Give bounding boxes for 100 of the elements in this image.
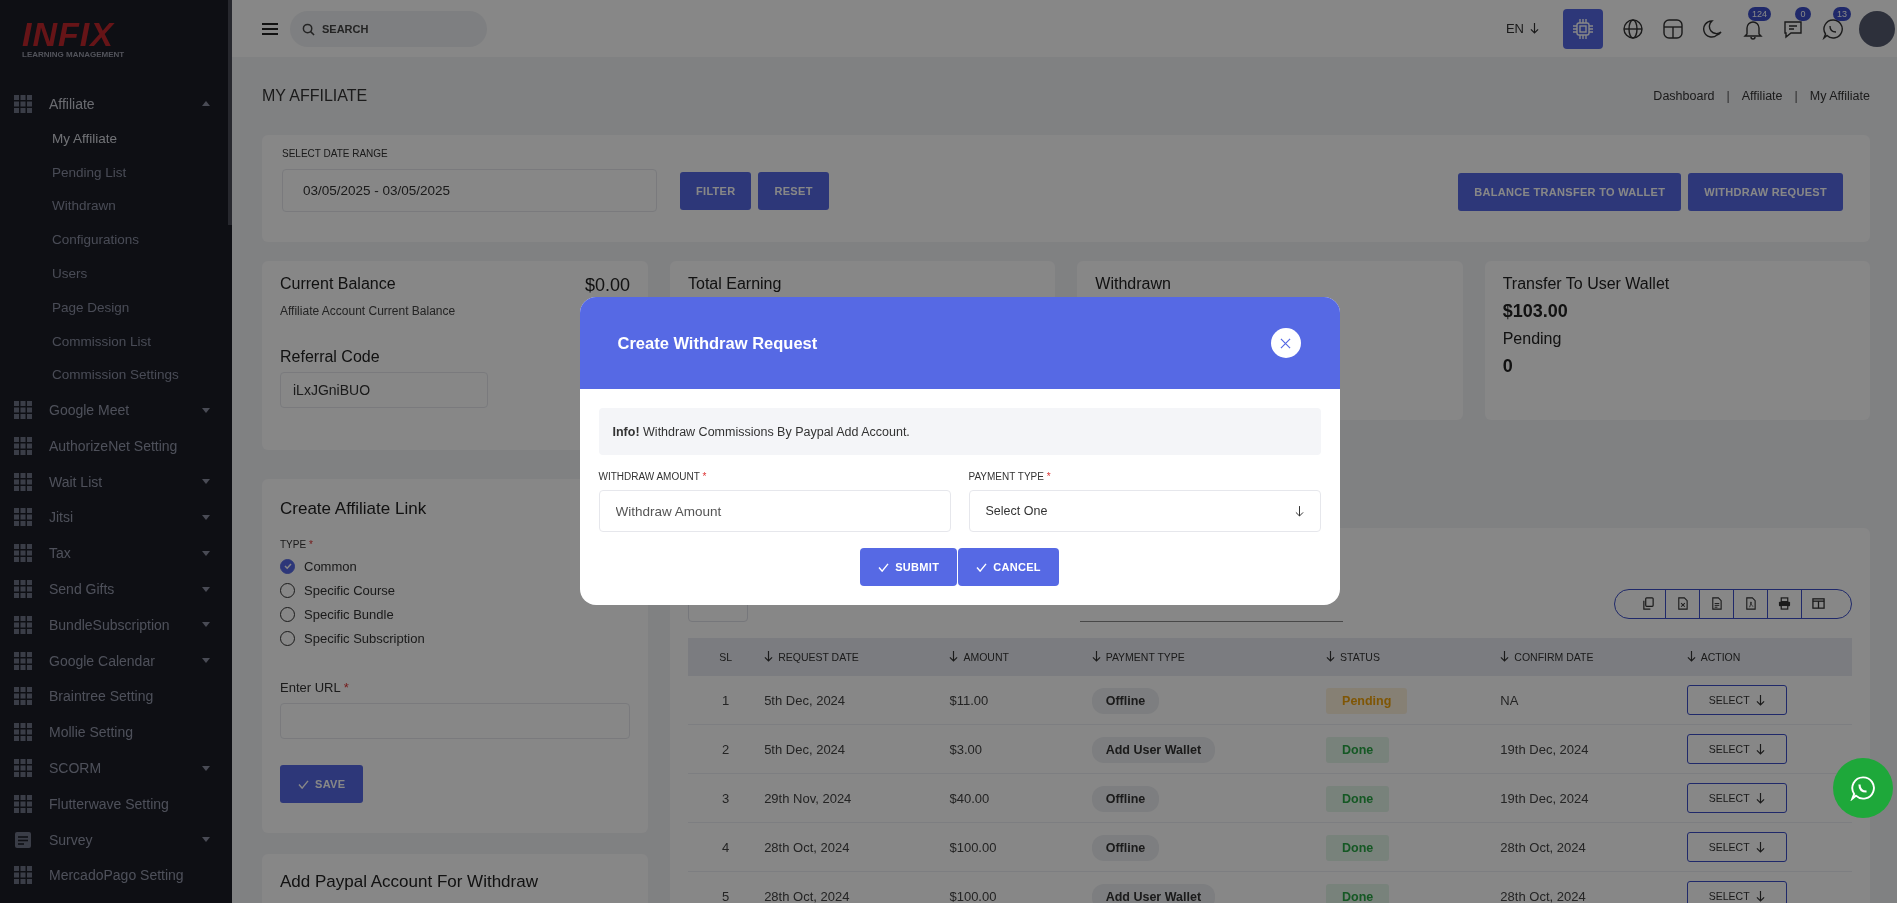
card-title: Referral Code [280, 348, 380, 366]
chip-button[interactable] [1563, 8, 1603, 49]
table-cell: 29th Nov, 2024 [764, 790, 852, 806]
select-button[interactable]: SELECT [1686, 685, 1787, 715]
sidebar-item[interactable]: Google Meet [0, 392, 232, 428]
close-button[interactable] [1270, 328, 1301, 358]
moon-icon [1702, 17, 1724, 40]
card-title: Create Affiliate Link [280, 499, 427, 519]
search-field[interactable]: SEARCH [290, 10, 487, 47]
sort-arrow-icon[interactable] [1500, 651, 1510, 662]
save-button[interactable]: SAVE [280, 765, 364, 803]
sort-arrow-icon[interactable] [1686, 651, 1696, 662]
field-label: Enter URL * [280, 680, 349, 695]
breadcrumb-link[interactable]: My Affiliate [1809, 89, 1870, 103]
sidebar-item[interactable]: Flutterwave Setting [0, 785, 232, 822]
sidebar-subitem[interactable]: Page Design [0, 290, 130, 325]
table-cell: 5 [721, 888, 730, 903]
breadcrumb-separator: | [1794, 89, 1798, 103]
check-icon [878, 562, 890, 572]
sidebar-subitem[interactable]: Commission Settings [0, 358, 179, 393]
language-selector[interactable]: EN [1505, 21, 1539, 36]
sort-arrow-icon[interactable] [1091, 651, 1101, 662]
sort-arrow-icon[interactable] [764, 651, 774, 662]
sidebar-item[interactable]: MercadoPago Setting [0, 857, 232, 894]
sidebar-item[interactable]: Jitsi [0, 499, 232, 536]
sort-arrow-icon[interactable] [949, 651, 959, 662]
sidebar-item[interactable]: Wait List [0, 463, 232, 500]
count-badge: 124 [1747, 6, 1771, 21]
payment-type-tag: Offline [1091, 687, 1160, 714]
table-cell: $40.00 [949, 790, 990, 806]
table-cell: 19th Dec, 2024 [1500, 741, 1589, 757]
dialog-button[interactable]: CANCEL [958, 548, 1059, 586]
sort-arrow-icon[interactable] [1326, 651, 1336, 662]
table-cell: $100.00 [949, 888, 997, 903]
chat-button[interactable]: 0 [1773, 8, 1813, 49]
whatsapp-button[interactable]: 13 [1813, 8, 1853, 49]
sidebar-item[interactable]: Mollie Setting [0, 714, 232, 751]
referral-code-field[interactable]: iLxJGniBUO [280, 372, 488, 408]
sidebar-item[interactable]: Braintree Setting [0, 678, 232, 715]
sidebar-item[interactable]: AuthorizeNet Setting [0, 427, 232, 464]
sidebar-subitem[interactable]: Pending List [0, 155, 127, 190]
menu-icon[interactable] [262, 22, 278, 35]
grid-icon [14, 615, 32, 634]
table-cell: 4 [721, 839, 730, 855]
card-title: Pending [1502, 330, 1562, 348]
chip-icon [1572, 17, 1594, 40]
sidebar-item[interactable]: Google Calendar [0, 642, 232, 679]
avatar[interactable] [1859, 10, 1895, 47]
grid-icon [14, 401, 32, 420]
radio-button[interactable] [280, 558, 295, 574]
breadcrumb-link[interactable]: Affiliate [1741, 89, 1783, 103]
sidebar-item[interactable]: Send Gifts [0, 571, 232, 607]
dialog-button[interactable]: SUBMIT [860, 548, 958, 586]
sidebar-subitem[interactable]: Commission List [0, 324, 152, 359]
table-cell: 19th Dec, 2024 [1500, 790, 1589, 806]
radio-label: Specific Subscription [304, 630, 425, 646]
filter-button[interactable]: RESET [758, 171, 829, 210]
logo-subtitle: LEARNING MANAGEMENT [22, 50, 125, 59]
sidebar-subitem[interactable]: Users [0, 257, 88, 291]
grid-icon [14, 759, 32, 778]
action-button[interactable]: WITHDRAW REQUEST [1688, 173, 1843, 211]
action-button[interactable]: BALANCE TRANSFER TO WALLET [1458, 173, 1682, 211]
sidebar-item[interactable]: Tax [0, 535, 232, 572]
sidebar-subitem[interactable]: Configurations [0, 223, 140, 257]
close-icon [1280, 337, 1291, 349]
radio-label: Specific Course [304, 582, 396, 598]
globe-icon [1622, 17, 1644, 40]
table-cell: 1 [721, 692, 730, 708]
sidebar-item[interactable]: SCORM [0, 750, 232, 786]
breadcrumb-link[interactable]: Dashboard [1653, 89, 1715, 103]
sidebar-item[interactable]: BundleSubscription [0, 606, 232, 643]
date-range-field[interactable]: 03/05/2025 - 03/05/2025 [282, 169, 657, 212]
filter-button[interactable]: FILTER [680, 171, 752, 210]
sidebar-subitem[interactable]: Withdrawn [0, 189, 116, 224]
whatsapp-button[interactable] [1833, 758, 1893, 818]
table-cell: $11.00 [949, 692, 989, 708]
file-icon [1676, 597, 1689, 610]
card-title: Add Paypal Account For Withdraw [280, 872, 538, 891]
grid-icon [14, 544, 32, 563]
select-button[interactable]: SELECT [1686, 734, 1787, 764]
payment-type-select[interactable]: Select One [968, 490, 1321, 532]
amount-field[interactable]: Withdraw Amount [598, 490, 951, 532]
status-tag: Done [1326, 785, 1390, 812]
status-tag: Pending [1326, 687, 1408, 714]
check-icon [976, 562, 988, 572]
table-cell: 3 [721, 790, 730, 806]
select-button[interactable]: SELECT [1686, 832, 1787, 862]
search-icon [302, 22, 315, 36]
balance-amount: $0.00 [584, 275, 630, 296]
select-button[interactable]: SELECT [1686, 783, 1787, 813]
grid-icon [14, 508, 32, 527]
grid-icon [14, 723, 32, 742]
bell-button[interactable]: 124 [1733, 8, 1773, 49]
select-button[interactable]: SELECT [1686, 881, 1787, 903]
column-header: CONFIRM DATE [1514, 651, 1594, 663]
sidebar-item[interactable]: Survey [0, 821, 232, 858]
scrollbar-thumb[interactable] [228, 0, 232, 225]
sidebar-subitem[interactable]: My Affiliate [0, 121, 118, 156]
arrow-down-icon [1755, 792, 1765, 804]
card-subtitle: Affiliate Account Current Balance [280, 304, 456, 318]
